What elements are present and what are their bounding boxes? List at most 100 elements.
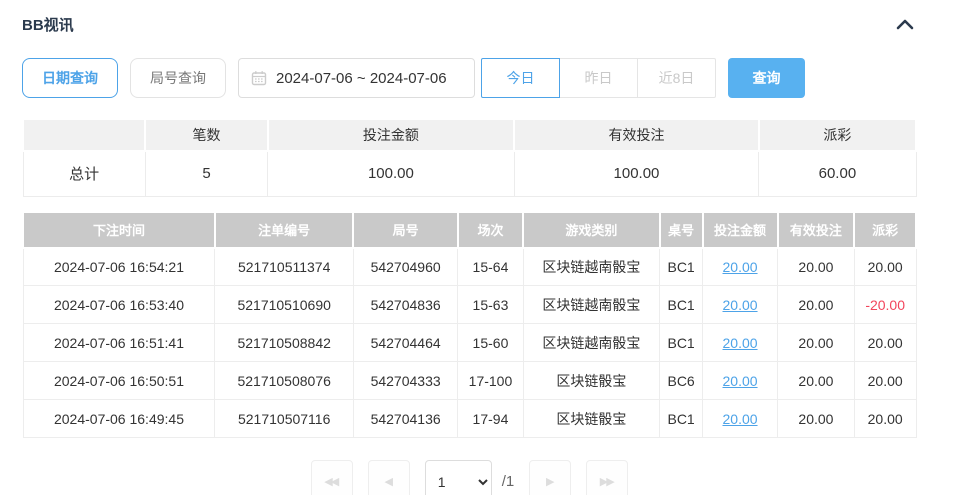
table-row: 2024-07-06 16:51:41 521710508842 5427044…	[23, 324, 916, 362]
col-order-id: 注单编号	[215, 212, 353, 248]
payout: 20.00	[854, 400, 916, 438]
bet-time: 2024-07-06 16:49:45	[23, 400, 215, 438]
session: 15-63	[458, 286, 523, 324]
col-payout: 派彩	[854, 212, 916, 248]
game-type: 区块链骰宝	[523, 400, 660, 438]
table-id: BC1	[660, 400, 703, 438]
date-range-value: 2024-07-06 ~ 2024-07-06	[276, 70, 447, 87]
tab-round-query[interactable]: 局号查询	[130, 58, 226, 98]
session: 17-100	[458, 362, 523, 400]
payout: 20.00	[854, 248, 916, 286]
table-row: 2024-07-06 16:50:51 521710508076 5427043…	[23, 362, 916, 400]
col-valid-bet: 有效投注	[778, 212, 855, 248]
valid-bet: 20.00	[778, 362, 855, 400]
table-row: 2024-07-06 16:53:40 521710510690 5427048…	[23, 286, 916, 324]
page-select[interactable]: 1	[425, 460, 492, 495]
prev-page-icon: ◀	[385, 475, 391, 488]
summary-header-row: 笔数 投注金额 有效投注 派彩	[23, 119, 916, 151]
game-type: 区块链骰宝	[523, 362, 660, 400]
bet-amount-link[interactable]: 20.00	[723, 411, 758, 427]
table-id: BC1	[660, 324, 703, 362]
order-id: 521710510690	[215, 286, 353, 324]
collapse-button[interactable]	[893, 16, 917, 34]
bet-time: 2024-07-06 16:53:40	[23, 286, 215, 324]
game-type: 区块链越南骰宝	[523, 286, 660, 324]
bet-amount-link[interactable]: 20.00	[723, 373, 758, 389]
summary-total-bet-amount: 100.00	[268, 151, 514, 196]
summary-total-payout: 60.00	[759, 151, 916, 196]
date-range-input[interactable]: 2024-07-06 ~ 2024-07-06	[238, 58, 475, 98]
valid-bet: 20.00	[778, 286, 855, 324]
game-type: 区块链越南骰宝	[523, 248, 660, 286]
bet-amount-link[interactable]: 20.00	[723, 297, 758, 313]
records-header-row: 下注时间 注单编号 局号 场次 游戏类别 桌号 投注金额 有效投注 派彩	[23, 212, 916, 248]
round-id: 542704464	[353, 324, 457, 362]
summary-header-valid-bet: 有效投注	[514, 119, 759, 151]
prev-page-button[interactable]: ◀	[368, 460, 410, 495]
bet-records-table: 下注时间 注单编号 局号 场次 游戏类别 桌号 投注金额 有效投注 派彩 202…	[22, 211, 917, 439]
round-id: 542704333	[353, 362, 457, 400]
next-page-button[interactable]: ▶	[529, 460, 571, 495]
table-row: 2024-07-06 16:54:21 521710511374 5427049…	[23, 248, 916, 286]
round-id: 542704836	[353, 286, 457, 324]
panel-header: BB视讯	[22, 14, 917, 35]
next-page-icon: ▶	[546, 475, 552, 488]
valid-bet: 20.00	[778, 324, 855, 362]
col-table-id: 桌号	[660, 212, 703, 248]
summary-total-valid-bet: 100.00	[514, 151, 759, 196]
quick-range-group: 今日 昨日 近8日	[481, 58, 716, 98]
quick-btn-today[interactable]: 今日	[481, 58, 560, 98]
first-page-button[interactable]: ◀◀	[311, 460, 353, 495]
table-id: BC1	[660, 248, 703, 286]
last-page-button[interactable]: ▶▶	[586, 460, 628, 495]
panel-title: BB视讯	[22, 14, 74, 35]
bb-video-panel: BB视讯 日期查询 局号查询 2024-07-06 ~ 2024-07-06	[22, 0, 917, 495]
table-id: BC1	[660, 286, 703, 324]
payout: 20.00	[854, 324, 916, 362]
first-page-icon: ◀◀	[324, 475, 337, 488]
session: 17-94	[458, 400, 523, 438]
search-button[interactable]: 查询	[728, 58, 805, 98]
session: 15-64	[458, 248, 523, 286]
summary-total-row: 总计 5 100.00 100.00 60.00	[23, 151, 916, 196]
col-session: 场次	[458, 212, 523, 248]
filter-row: 日期查询 局号查询 2024-07-06 ~ 2024-07-06 今日 昨日 …	[22, 58, 917, 98]
table-id: BC6	[660, 362, 703, 400]
summary-header-blank	[23, 119, 145, 151]
summary-total-label: 总计	[23, 151, 145, 196]
bet-time: 2024-07-06 16:51:41	[23, 324, 215, 362]
game-type: 区块链越南骰宝	[523, 324, 660, 362]
col-game-type: 游戏类别	[523, 212, 660, 248]
calendar-icon	[251, 70, 267, 86]
session: 15-60	[458, 324, 523, 362]
order-id: 521710508842	[215, 324, 353, 362]
payout: -20.00	[854, 286, 916, 324]
summary-table: 笔数 投注金额 有效投注 派彩 总计 5 100.00 100.00 60.00	[22, 118, 917, 197]
tab-date-query[interactable]: 日期查询	[22, 58, 118, 98]
order-id: 521710508076	[215, 362, 353, 400]
payout: 20.00	[854, 362, 916, 400]
order-id: 521710511374	[215, 248, 353, 286]
col-bet-amount: 投注金额	[703, 212, 778, 248]
chevron-up-icon	[895, 20, 915, 35]
bet-amount-link[interactable]: 20.00	[723, 335, 758, 351]
summary-header-count: 笔数	[145, 119, 267, 151]
col-round-id: 局号	[353, 212, 457, 248]
round-id: 542704136	[353, 400, 457, 438]
col-bet-time: 下注时间	[23, 212, 215, 248]
table-row: 2024-07-06 16:49:45 521710507116 5427041…	[23, 400, 916, 438]
pagination: ◀◀ ◀ 1 /1 ▶ ▶▶	[22, 460, 917, 495]
total-pages-label: /1	[502, 460, 515, 495]
round-id: 542704960	[353, 248, 457, 286]
valid-bet: 20.00	[778, 400, 855, 438]
bet-time: 2024-07-06 16:50:51	[23, 362, 215, 400]
quick-btn-last8days[interactable]: 近8日	[637, 58, 716, 98]
bet-amount-link[interactable]: 20.00	[723, 259, 758, 275]
quick-btn-yesterday[interactable]: 昨日	[559, 58, 638, 98]
summary-header-payout: 派彩	[759, 119, 916, 151]
last-page-icon: ▶▶	[600, 475, 613, 488]
summary-total-count: 5	[145, 151, 267, 196]
summary-header-bet-amount: 投注金额	[268, 119, 514, 151]
order-id: 521710507116	[215, 400, 353, 438]
bet-time: 2024-07-06 16:54:21	[23, 248, 215, 286]
